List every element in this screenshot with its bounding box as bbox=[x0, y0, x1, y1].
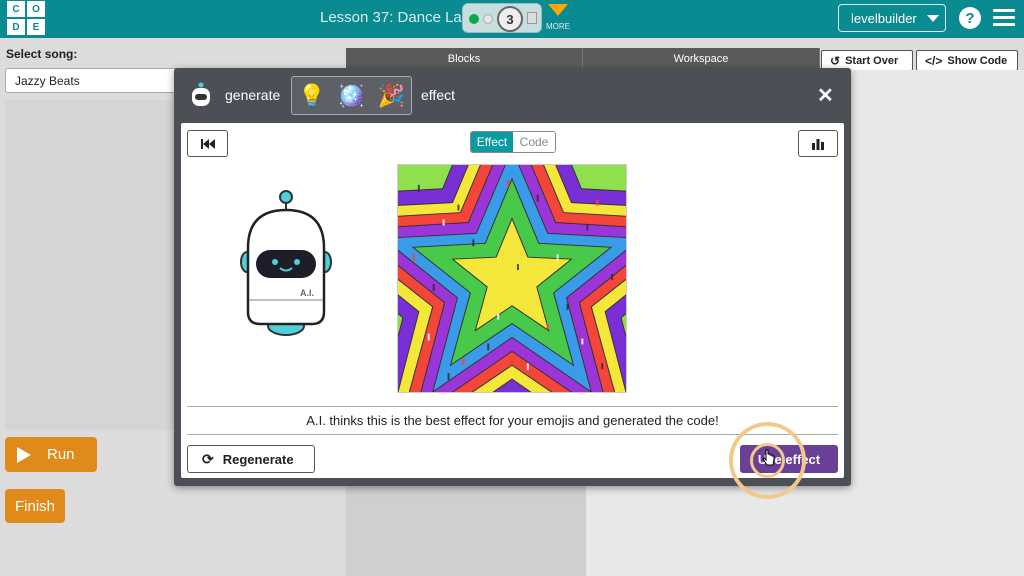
more-label: MORE bbox=[546, 22, 570, 31]
user-menu-button[interactable]: levelbuilder bbox=[838, 4, 946, 32]
level-dot[interactable] bbox=[483, 14, 493, 24]
effect-code-toggle[interactable]: Effect Code bbox=[470, 131, 556, 153]
toggle-effect[interactable]: Effect bbox=[471, 132, 513, 152]
start-over-label: Start Over bbox=[845, 54, 899, 67]
rewind-button[interactable] bbox=[187, 130, 228, 157]
hamburger-menu-icon[interactable] bbox=[993, 9, 1015, 27]
tab-blocks[interactable]: Blocks bbox=[346, 48, 583, 70]
emoji-selector[interactable]: 💡 🪩 🎉 bbox=[291, 76, 412, 115]
logo-letter: E bbox=[27, 19, 45, 35]
play-icon bbox=[17, 446, 31, 463]
ai-message: A.I. thinks this is the best effect for … bbox=[306, 413, 719, 428]
run-button[interactable]: Run bbox=[5, 437, 97, 472]
current-level-indicator[interactable]: 3 bbox=[497, 6, 523, 32]
bar-chart-icon bbox=[812, 138, 824, 150]
refresh-icon: ⟳ bbox=[202, 450, 214, 467]
show-code-label: Show Code bbox=[947, 54, 1008, 67]
logo-letter: O bbox=[27, 1, 45, 17]
tab-workspace[interactable]: Workspace bbox=[583, 48, 820, 70]
generate-label: generate bbox=[225, 87, 281, 103]
ai-robot-icon: A.I. bbox=[240, 190, 332, 336]
show-code-button[interactable]: </> Show Code bbox=[916, 50, 1018, 71]
effect-preview bbox=[397, 164, 627, 393]
party-popper-emoji-icon[interactable]: 🎉 bbox=[377, 83, 404, 109]
undo-icon: ↺ bbox=[830, 53, 841, 68]
lightbulb-emoji-icon[interactable]: 💡 bbox=[298, 83, 325, 109]
select-song-label: Select song: bbox=[6, 47, 78, 61]
lesson-title: Lesson 37: Dance Lab bbox=[320, 9, 471, 26]
top-header: C O D E Lesson 37: Dance Lab 3 MORE leve… bbox=[0, 0, 1024, 38]
user-name: levelbuilder bbox=[851, 10, 917, 26]
level-progress: 3 bbox=[462, 3, 542, 33]
help-icon[interactable]: ? bbox=[959, 7, 981, 29]
rewind-icon bbox=[200, 138, 215, 149]
dialog-header: generate 💡 🪩 🎉 effect ✕ bbox=[174, 68, 851, 123]
caret-down-icon bbox=[926, 14, 939, 22]
editor-tabs: Blocks Workspace bbox=[346, 48, 820, 70]
ai-badge: A.I. bbox=[300, 288, 314, 298]
ai-effect-dialog: generate 💡 🪩 🎉 effect ✕ Effect Code A.I.… bbox=[174, 68, 851, 486]
robot-icon bbox=[192, 82, 210, 106]
regenerate-button[interactable]: ⟳ Regenerate bbox=[187, 445, 315, 473]
disco-ball-emoji-icon[interactable]: 🪩 bbox=[338, 83, 365, 109]
code-logo[interactable]: C O D E bbox=[7, 1, 45, 35]
dialog-body: Effect Code A.I. A.I. thinks this is the… bbox=[181, 123, 844, 478]
flag-icon[interactable] bbox=[527, 12, 537, 24]
close-icon[interactable]: ✕ bbox=[817, 83, 834, 108]
toggle-code[interactable]: Code bbox=[513, 132, 555, 152]
code-icon: </> bbox=[925, 53, 943, 68]
regenerate-label: Regenerate bbox=[222, 451, 294, 467]
logo-letter: D bbox=[7, 19, 25, 35]
divider bbox=[187, 406, 838, 407]
logo-letter: C bbox=[7, 1, 25, 17]
level-dot-complete[interactable] bbox=[469, 14, 479, 24]
run-label: Run bbox=[47, 446, 75, 463]
effect-label: effect bbox=[421, 87, 455, 103]
more-button[interactable]: MORE bbox=[546, 4, 570, 31]
chevron-down-icon bbox=[548, 4, 568, 16]
explanation-button[interactable] bbox=[798, 130, 838, 157]
pointer-cursor-icon bbox=[762, 449, 775, 466]
finish-button[interactable]: Finish bbox=[5, 489, 65, 523]
